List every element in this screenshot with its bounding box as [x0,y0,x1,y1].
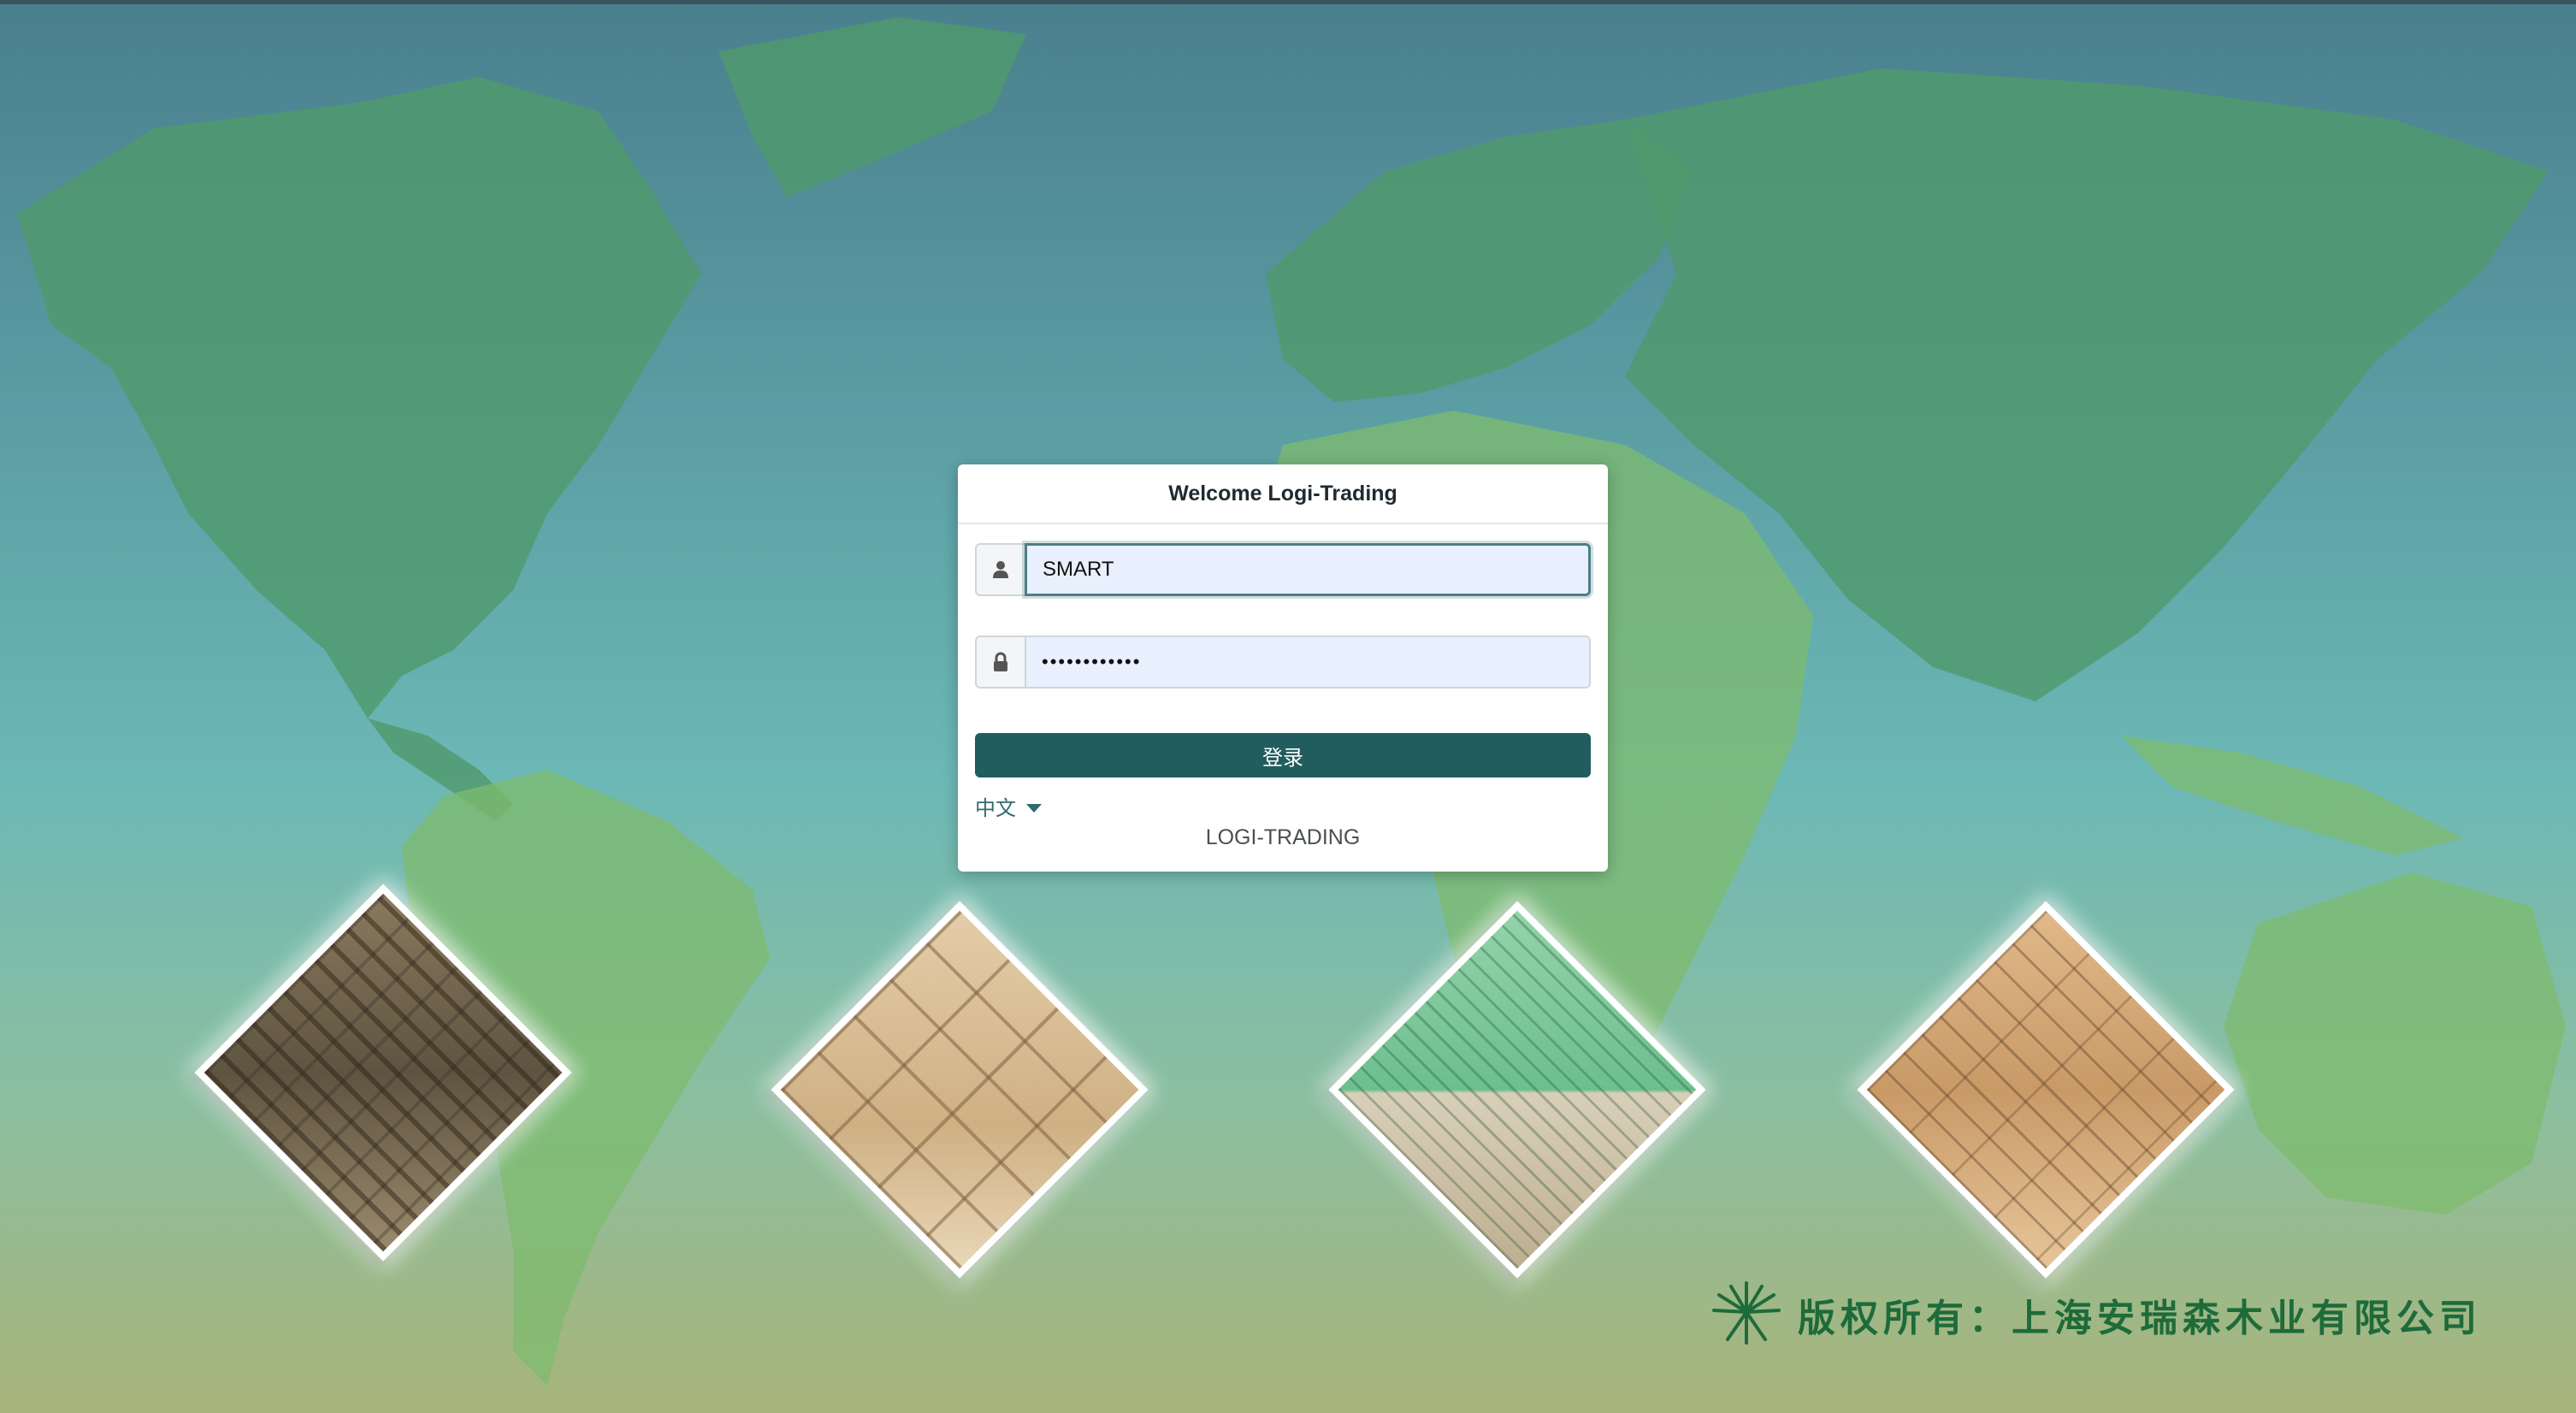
copyright-block: 版权所有：上海安瑞森木业有限公司 [1710,1280,2482,1349]
lock-icon [975,636,1025,689]
username-input[interactable] [1025,543,1591,596]
password-row [975,636,1591,689]
company-logo-icon [1710,1280,1782,1349]
login-page: Welcome Logi-Trading 登录 中文 [0,0,2576,1413]
username-row [975,543,1591,596]
password-input[interactable] [1025,636,1591,689]
login-card: Welcome Logi-Trading 登录 中文 [958,464,1608,872]
copyright-text: 版权所有：上海安瑞森木业有限公司 [1798,1296,2482,1340]
user-icon [975,543,1025,596]
language-label: 中文 [975,797,1016,820]
login-title: Welcome Logi-Trading [1168,481,1397,505]
login-button[interactable]: 登录 [975,733,1591,777]
language-selector[interactable]: 中文 [975,791,1042,821]
brand-footer: LOGI-TRADING [1205,825,1361,849]
login-card-header: Welcome Logi-Trading [958,464,1608,524]
caret-down-icon [1026,803,1042,813]
